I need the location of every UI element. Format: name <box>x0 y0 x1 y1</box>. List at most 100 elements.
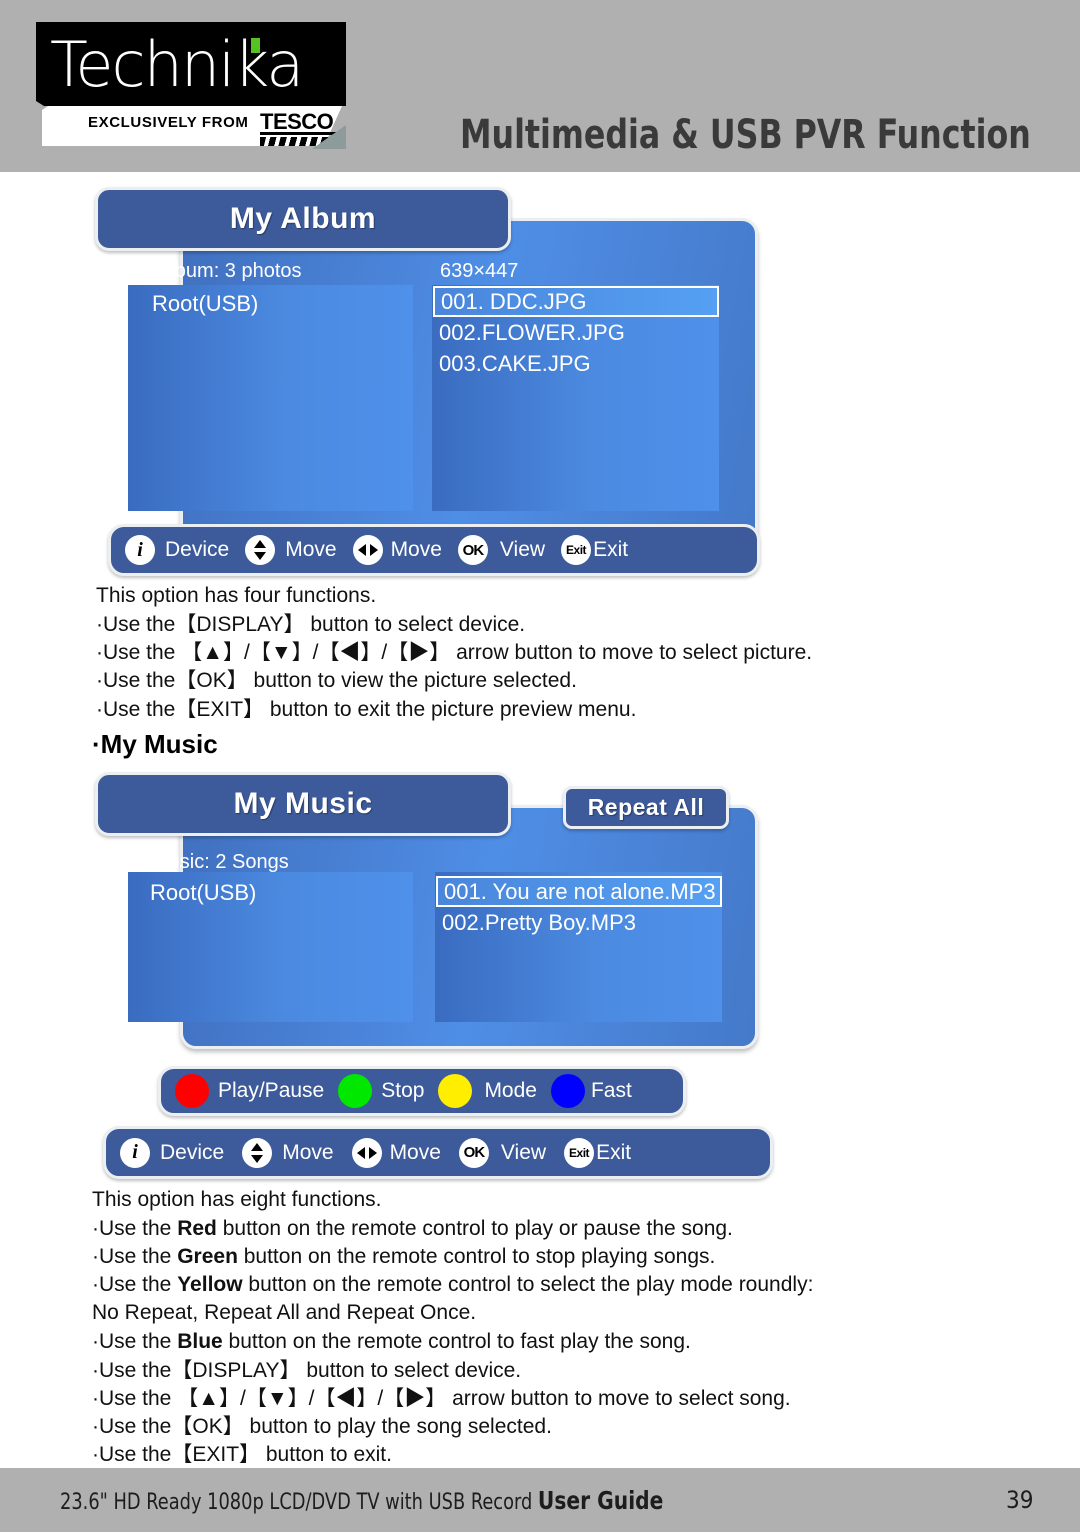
music-line-green-c: button on the remote control to stop pla… <box>237 1245 716 1268</box>
music-color-yellow[interactable]: Mode <box>438 1074 537 1108</box>
music-line-green-key: Green <box>177 1245 238 1268</box>
music-line-yellow-key: Yellow <box>177 1273 243 1296</box>
music-function-line-blue: ·Use the Blue button on the remote contr… <box>92 1327 691 1356</box>
album-function-line: ·Use the【EXIT】 button to exit the pictur… <box>96 698 637 721</box>
page-number: 39 <box>1006 1486 1034 1514</box>
blue-button-icon <box>550 1074 585 1108</box>
album-keybar: i Device Move Move OK View Exit Exit <box>108 524 760 576</box>
music-color-green[interactable]: Stop <box>338 1074 424 1108</box>
music-color-blue-label: Fast <box>590 1079 632 1102</box>
album-key-updown-label: Move <box>285 538 337 561</box>
music-file-row[interactable]: 002.Pretty Boy.MP3 <box>436 907 722 938</box>
music-key-exit-label: Exit <box>596 1140 632 1164</box>
music-function-line-green: ·Use the Green button on the remote cont… <box>92 1242 715 1271</box>
music-key-ok-label: View <box>500 1140 547 1164</box>
music-line-yellow-a: ·Use the <box>92 1273 178 1296</box>
album-key-ok[interactable]: OK View <box>457 535 546 565</box>
album-function-line: ·Use the 【▲】/【▼】/【◀】/【▶】 arrow button to… <box>96 641 813 664</box>
music-function-line-yellow: ·Use the Yellow button on the remote con… <box>92 1270 813 1299</box>
music-key-exit[interactable]: Exit Exit <box>564 1137 632 1168</box>
music-colorbar: Play/Pause Stop Mode Fast <box>158 1066 686 1116</box>
footer-user-guide: User Guide <box>537 1486 664 1515</box>
album-file-row[interactable]: 003.CAKE.JPG <box>433 348 719 379</box>
exit-icon: Exit <box>564 1137 595 1168</box>
up-down-icon <box>245 535 276 565</box>
footer-product-text: 23.6" HD Ready 1080p LCD/DVD TV with USB… <box>60 1486 663 1515</box>
music-color-blue[interactable]: Fast <box>550 1074 632 1108</box>
music-root-label: Root(USB) <box>150 880 257 905</box>
album-key-ok-label: View <box>499 538 546 561</box>
logo-tesco-underline <box>260 132 340 135</box>
music-title-tab: My Music <box>95 772 511 836</box>
info-icon: i <box>120 1137 150 1168</box>
green-button-icon <box>338 1074 373 1108</box>
music-function-line-display: ·Use the【DISPLAY】 button to select devic… <box>92 1359 522 1382</box>
red-button-icon <box>175 1074 209 1108</box>
left-right-icon <box>352 535 383 565</box>
album-key-exit-label: Exit <box>593 538 629 561</box>
music-color-red[interactable]: Play/Pause <box>175 1074 324 1108</box>
ok-icon: OK <box>458 1137 489 1168</box>
music-function-line-arrows: ·Use the 【▲】/【▼】/【◀】/【▶】 arrow button to… <box>92 1387 791 1410</box>
music-function-line-exit: ·Use the【EXIT】 button to exit. <box>92 1443 392 1466</box>
music-line-red-c: button on the remote control to play or … <box>216 1217 733 1240</box>
page-footer: 23.6" HD Ready 1080p LCD/DVD TV with USB… <box>0 1468 1080 1532</box>
album-title-tab: My Album <box>95 187 511 251</box>
technika-logo: Technika EXCLUSIVELY FROM TESCO <box>36 22 346 149</box>
music-line-blue-key: Blue <box>177 1330 223 1353</box>
album-key-leftright-label: Move <box>390 538 442 561</box>
album-key-leftright[interactable]: Move <box>352 535 442 565</box>
album-key-updown[interactable]: Move <box>245 535 337 565</box>
music-function-line-ok: ·Use the【OK】 button to play the song sel… <box>92 1415 552 1438</box>
album-count-label: Album: 3 photos <box>157 260 302 282</box>
logo-green-dot-icon <box>251 38 260 53</box>
music-keybar: i Device Move Move OK View Exit Exit <box>103 1126 773 1179</box>
info-icon: i <box>125 535 155 565</box>
music-line-blue-c: button on the remote control to fast pla… <box>222 1330 691 1353</box>
music-color-green-label: Stop <box>381 1079 425 1102</box>
music-count-label: Music: 2 Songs <box>152 851 289 873</box>
album-left-inner-panel <box>128 285 413 511</box>
music-key-leftright-label: Move <box>389 1140 441 1164</box>
music-file-list[interactable]: 001. You are not alone.MP3 002.Pretty Bo… <box>436 876 722 938</box>
footer-product-name: 23.6" HD Ready 1080p LCD/DVD TV with USB… <box>60 1490 538 1515</box>
album-resolution-label: 639×447 <box>440 260 519 282</box>
music-key-updown-label: Move <box>282 1140 334 1164</box>
repeat-mode-tab[interactable]: Repeat All <box>563 786 729 829</box>
music-function-line-modes: No Repeat, Repeat All and Repeat Once. <box>92 1301 477 1324</box>
album-key-device[interactable]: i Device <box>125 535 229 565</box>
album-root-label: Root(USB) <box>152 291 259 316</box>
music-line-green-a: ·Use the <box>92 1245 178 1268</box>
left-right-icon <box>351 1137 382 1168</box>
album-file-row[interactable]: 002.FLOWER.JPG <box>433 317 719 348</box>
music-line-blue-a: ·Use the <box>92 1330 178 1353</box>
up-down-icon <box>242 1137 273 1168</box>
music-key-ok[interactable]: OK View <box>458 1137 547 1168</box>
logo-exclusively-text: EXCLUSIVELY FROM <box>88 114 249 131</box>
album-function-line: ·Use the【DISPLAY】 button to select devic… <box>96 613 526 636</box>
ok-icon: OK <box>457 535 488 565</box>
music-key-updown[interactable]: Move <box>242 1137 334 1168</box>
album-function-line: ·Use the【OK】 button to view the picture … <box>96 669 577 692</box>
page-title: Multimedia & USB PVR Function <box>460 112 1031 158</box>
album-file-list[interactable]: 001. DDC.JPG 002.FLOWER.JPG 003.CAKE.JPG <box>433 286 719 379</box>
album-intro-text: This option has four functions. <box>96 584 377 607</box>
page-header: Technika EXCLUSIVELY FROM TESCO Multimed… <box>0 0 1080 172</box>
album-file-row-selected[interactable]: 001. DDC.JPG <box>433 286 719 317</box>
album-key-device-label: Device <box>165 538 230 561</box>
music-line-yellow-c: button on the remote control to select t… <box>242 1273 814 1296</box>
logo-wordmark: Technika <box>50 28 304 101</box>
music-function-line-red: ·Use the Red button on the remote contro… <box>92 1214 733 1243</box>
exit-icon: Exit <box>561 535 592 565</box>
music-key-device-label: Device <box>160 1140 225 1164</box>
yellow-button-icon <box>438 1074 473 1108</box>
music-key-device[interactable]: i Device <box>120 1137 225 1168</box>
music-file-row-selected[interactable]: 001. You are not alone.MP3 <box>436 876 722 907</box>
album-key-exit[interactable]: Exit Exit <box>561 535 628 565</box>
music-line-red-a: ·Use the <box>92 1217 178 1240</box>
music-key-leftright[interactable]: Move <box>351 1137 441 1168</box>
music-color-yellow-label: Mode <box>484 1079 537 1102</box>
music-line-red-key: Red <box>177 1217 217 1240</box>
my-music-heading: ·My Music <box>92 729 218 759</box>
music-intro-text: This option has eight functions. <box>92 1188 382 1211</box>
